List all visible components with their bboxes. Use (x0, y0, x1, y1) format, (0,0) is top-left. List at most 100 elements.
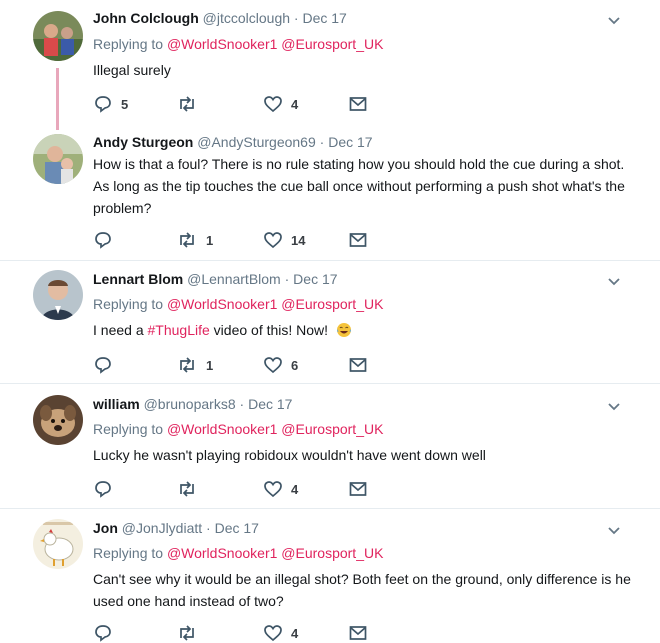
mention-link[interactable]: @Eurosport_UK (281, 296, 383, 312)
tweet-actions: 1 6 (93, 355, 393, 375)
mention-link[interactable]: @WorldSnooker1 (167, 296, 277, 312)
tweet-text: I need a #ThugLife video of this! Now! (93, 319, 633, 341)
tweet-header: Jon @JonJlydiatt · Dec 17 (93, 520, 259, 536)
message-button[interactable] (348, 94, 368, 114)
like-count: 6 (291, 357, 299, 373)
display-name[interactable]: william (93, 396, 140, 412)
tweet-text: Can't see why it would be an illegal sho… (93, 571, 631, 609)
like-count: 14 (291, 232, 306, 248)
timestamp[interactable]: Dec 17 (248, 396, 292, 412)
like-button[interactable]: 6 (263, 355, 298, 375)
display-name[interactable]: Andy Sturgeon (93, 134, 193, 150)
envelope-icon (349, 97, 367, 111)
tweet-header: John Colclough @jtccolclough · Dec 17 (93, 10, 347, 26)
retweet-button[interactable]: 1 (176, 230, 213, 250)
reply-button[interactable] (93, 623, 121, 643)
like-button[interactable]: 14 (263, 230, 305, 250)
avatar[interactable] (33, 270, 83, 320)
hashtag-link[interactable]: #ThugLife (148, 322, 210, 338)
heart-icon (264, 481, 282, 498)
tweet-actions: 1 14 (93, 230, 393, 250)
reply-icon (95, 481, 111, 498)
tweet-text-part: video of this! Now! (209, 322, 329, 338)
heart-icon (264, 232, 282, 249)
replying-to: Replying to @WorldSnooker1 @Eurosport_UK (93, 296, 383, 312)
timestamp[interactable]: Dec 17 (302, 10, 346, 26)
message-button[interactable] (348, 479, 368, 499)
message-button[interactable] (348, 230, 368, 250)
like-button[interactable]: 4 (263, 479, 298, 499)
reply-button[interactable] (93, 230, 121, 250)
avatar[interactable] (33, 11, 83, 61)
tweet-actions: 4 (93, 623, 393, 643)
retweet-icon (180, 232, 194, 248)
handle[interactable]: @jtccolclough (203, 10, 290, 26)
timestamp[interactable]: Dec 17 (328, 134, 372, 150)
mention-link[interactable]: @Eurosport_UK (281, 545, 383, 561)
replying-to-label: Replying to (93, 296, 164, 312)
reply-icon (95, 357, 111, 374)
envelope-icon (349, 358, 367, 372)
separator: · (239, 396, 245, 412)
reply-icon (95, 96, 111, 113)
avatar[interactable] (33, 395, 83, 445)
tweet[interactable]: Andy Sturgeon @AndySturgeon69 · Dec 17 H… (0, 122, 660, 260)
retweet-button[interactable]: 1 (176, 355, 213, 375)
mention-link[interactable]: @Eurosport_UK (281, 36, 383, 52)
chevron-down-icon[interactable] (606, 12, 622, 28)
handle[interactable]: @LennartBlom (187, 271, 281, 287)
tweet-text: Lucky he wasn't playing robidoux wouldn'… (93, 447, 486, 463)
like-count: 4 (291, 481, 299, 497)
avatar[interactable] (33, 519, 83, 569)
retweet-icon (180, 357, 194, 373)
reply-icon (95, 232, 111, 249)
tweet-text: How is that a foul? There is no rule sta… (93, 156, 625, 216)
separator: · (206, 520, 211, 536)
message-button[interactable] (348, 623, 368, 643)
replying-to: Replying to @WorldSnooker1 @Eurosport_UK (93, 36, 383, 52)
mention-link[interactable]: @WorldSnooker1 (167, 421, 277, 437)
tweet-text-part: I need a (93, 322, 148, 338)
reply-button[interactable]: 5 (93, 94, 128, 114)
retweet-count: 1 (206, 357, 214, 373)
timestamp[interactable]: Dec 17 (215, 520, 259, 536)
thread-line (56, 68, 59, 130)
tweet[interactable]: william @brunoparks8 · Dec 17 Replying t… (0, 384, 660, 506)
retweet-count: 1 (206, 232, 214, 248)
message-button[interactable] (348, 355, 368, 375)
reply-icon (95, 625, 111, 642)
tears-of-joy-emoji-icon (336, 323, 351, 337)
retweet-button[interactable] (176, 94, 206, 114)
reply-button[interactable] (93, 355, 121, 375)
like-count: 4 (291, 96, 299, 112)
mention-link[interactable]: @WorldSnooker1 (167, 36, 277, 52)
mention-link[interactable]: @WorldSnooker1 (167, 545, 277, 561)
mention-link[interactable]: @Eurosport_UK (281, 421, 383, 437)
tweet[interactable]: Lennart Blom @LennartBlom · Dec 17 Reply… (0, 261, 660, 383)
chevron-down-icon[interactable] (606, 273, 622, 289)
envelope-icon (349, 233, 367, 247)
tweet-header: Andy Sturgeon @AndySturgeon69 · Dec 17 (93, 134, 373, 150)
tweet-text: Illegal surely (93, 62, 171, 78)
display-name[interactable]: Lennart Blom (93, 271, 183, 287)
replying-to: Replying to @WorldSnooker1 @Eurosport_UK (93, 421, 383, 437)
handle[interactable]: @brunoparks8 (144, 396, 236, 412)
like-button[interactable]: 4 (263, 623, 298, 643)
retweet-button[interactable] (176, 479, 206, 499)
timestamp[interactable]: Dec 17 (293, 271, 337, 287)
replying-to-label: Replying to (93, 545, 164, 561)
display-name[interactable]: John Colclough (93, 10, 199, 26)
chevron-down-icon[interactable] (606, 398, 622, 414)
retweet-button[interactable] (176, 623, 206, 643)
handle[interactable]: @JonJlydiatt (122, 520, 202, 536)
separator: · (293, 10, 299, 26)
avatar[interactable] (33, 134, 83, 184)
tweet[interactable]: Jon @JonJlydiatt · Dec 17 Replying to @W… (0, 509, 660, 643)
display-name[interactable]: Jon (93, 520, 118, 536)
reply-button[interactable] (93, 479, 121, 499)
chevron-down-icon[interactable] (606, 522, 622, 538)
like-button[interactable]: 4 (263, 94, 298, 114)
separator: · (284, 271, 290, 287)
tweet[interactable]: John Colclough @jtccolclough · Dec 17 Re… (0, 0, 660, 130)
handle[interactable]: @AndySturgeon69 (197, 134, 316, 150)
